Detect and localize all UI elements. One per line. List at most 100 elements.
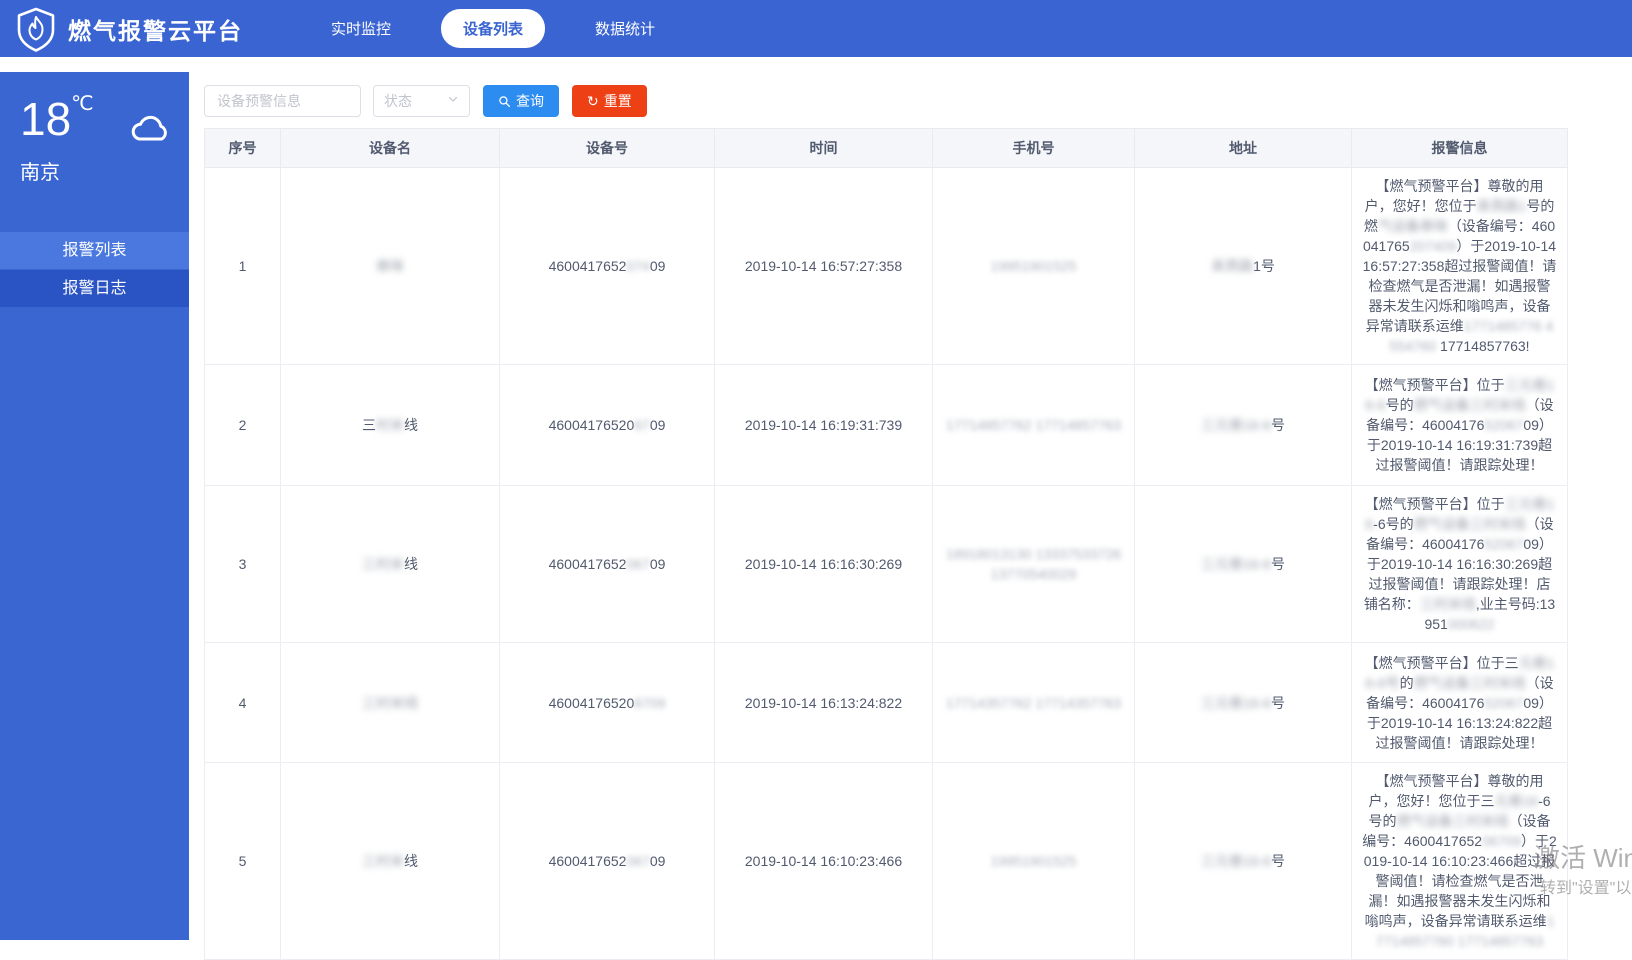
search-button[interactable]: 查询 <box>483 85 559 117</box>
redacted-text: 气设备串味 <box>1378 218 1448 234</box>
cell-text: 46004176520 <box>549 417 635 433</box>
table-row: 2三村米线4600417652067092019-10-14 16:19:31:… <box>205 365 1568 486</box>
cell-text: 4600417652 <box>549 853 627 869</box>
redacted-text: 来燕路1 <box>1477 198 1527 214</box>
cell-time: 2019-10-14 16:16:30:269 <box>715 486 933 643</box>
redacted-text: 三村米线 <box>362 695 418 711</box>
alarm-table: 序号设备名设备号时间手机号地址报警信息 1串味46004176520740920… <box>204 128 1568 960</box>
redacted-text: 串味 <box>376 258 404 274</box>
cell-text: 46004176520 <box>549 695 635 711</box>
cell-phone: 17714857762 17714857763 <box>933 365 1135 486</box>
column-header: 报警信息 <box>1352 129 1568 168</box>
nav-item-2[interactable]: 数据统计 <box>573 9 677 48</box>
cell-text: 1号 <box>1253 258 1275 274</box>
cell-text: 09 <box>650 258 666 274</box>
redacted-text: 17714357762 17714357763 <box>946 695 1121 711</box>
cell-address: 三元巷16-6号 <box>1135 486 1352 643</box>
temperature-unit: ℃ <box>71 94 93 114</box>
cell-seq: 1 <box>205 168 281 365</box>
redacted-text: 燃气设备三村米线 <box>1414 516 1526 532</box>
reset-button-label: 重置 <box>604 91 632 111</box>
cell-text: 09 <box>650 556 666 572</box>
nav-item-1[interactable]: 设备列表 <box>441 9 545 48</box>
search-button-label: 查询 <box>516 91 544 111</box>
app-title: 燃气报警云平台 <box>68 12 243 46</box>
cell-device-number: 460041765207409 <box>500 168 715 365</box>
cell-text: 号 <box>1271 556 1285 572</box>
magnifier-icon <box>498 95 511 108</box>
redacted-text: 燃气设备三村米线 <box>1414 675 1526 691</box>
cell-text: 4600417652 <box>549 258 627 274</box>
cell-address: 三元巷16-6号 <box>1135 643 1352 763</box>
top-navbar: 燃气报警云平台 实时监控设备列表数据统计 <box>0 0 1632 57</box>
table-row: 4三村米线4600417652067092019-10-14 16:13:24:… <box>205 643 1568 763</box>
cell-address: 来燕路1号 <box>1135 168 1352 365</box>
cell-text: 09 <box>650 417 666 433</box>
cell-device-name: 三村米线 <box>281 486 500 643</box>
cell-seq: 4 <box>205 643 281 763</box>
cell-time: 2019-10-14 16:10:23:466 <box>715 763 933 960</box>
cell-seq: 5 <box>205 763 281 960</box>
redacted-text: 元巷16 <box>1494 793 1538 809</box>
cell-phone: 19951901525 <box>933 763 1135 960</box>
cell-phone: 19951901525 <box>933 168 1135 365</box>
redacted-text: 三元巷16-6 <box>1201 556 1271 572</box>
column-header: 设备号 <box>500 129 715 168</box>
redacted-text: 067 <box>626 853 649 869</box>
cell-device-number: 460041765206709 <box>500 486 715 643</box>
sidebar: 18 ℃ 南京 报警列表报警日志 <box>0 72 189 940</box>
cell-text: 线 <box>404 853 418 869</box>
table-header-row: 序号设备名设备号时间手机号地址报警信息 <box>205 129 1568 168</box>
cell-text: 【燃气预警平台】位于 <box>1365 496 1505 512</box>
chevron-down-icon <box>447 92 459 110</box>
redacted-text: 18918013130 13337533726 13770540029 <box>946 546 1121 582</box>
cell-text: 【燃气预警平台】位于三 <box>1365 655 1519 671</box>
redacted-text: 燃气设备三村米线 <box>1397 813 1509 829</box>
cell-text: 号 <box>1271 695 1285 711</box>
redacted-text: 52067 <box>1484 695 1523 711</box>
cell-device-number: 460041765206709 <box>500 365 715 486</box>
cell-alarm-message: 【燃气预警平台】尊敬的用户，您好！您位于来燕路1号的燃气设备串味（设备编号：46… <box>1352 168 1568 365</box>
temperature-value: 18 <box>20 96 71 142</box>
reset-button[interactable]: ↻ 重置 <box>572 85 647 117</box>
redacted-text: 来燕路 <box>1211 258 1253 274</box>
filter-bar: 状态 查询 ↻ 重置 <box>204 85 1632 117</box>
redacted-text: 52067 <box>1484 536 1523 552</box>
cell-alarm-message: 【燃气预警平台】位于三元巷16-6号的燃气设备三村米线（设备编号：4600417… <box>1352 365 1568 486</box>
redacted-text: 三元巷16-6 <box>1201 853 1271 869</box>
table-row: 3三村米线4600417652067092019-10-14 16:16:30:… <box>205 486 1568 643</box>
redacted-text: 067 <box>626 556 649 572</box>
alarm-keyword-input[interactable] <box>204 85 361 117</box>
cell-alarm-message: 【燃气预警平台】位于三元巷16-6号的燃气设备三村米线（设备编号：4600417… <box>1352 486 1568 643</box>
cell-device-number: 460041765206709 <box>500 763 715 960</box>
cell-text: 线 <box>404 417 418 433</box>
table-row: 1串味4600417652074092019-10-14 16:57:27:35… <box>205 168 1568 365</box>
cell-address: 三元巷16-6号 <box>1135 365 1352 486</box>
status-select-placeholder: 状态 <box>384 91 412 111</box>
weather-widget: 18 ℃ 南京 <box>0 72 189 208</box>
cell-text: 17714857763! <box>1436 338 1529 354</box>
cell-device-name: 三村米线 <box>281 763 500 960</box>
redacted-text: 三元巷16-6 <box>1201 417 1271 433</box>
redacted-text: 三元巷16-6 <box>1201 695 1271 711</box>
cell-text: 号的 <box>1386 397 1414 413</box>
column-header: 手机号 <box>933 129 1135 168</box>
sidebar-item-0[interactable]: 报警列表 <box>0 232 189 269</box>
main-content: 状态 查询 ↻ 重置 序号设备名设备号时间手机号地址报警信息 1串味460041 <box>189 72 1632 940</box>
redacted-text: 67 <box>634 417 650 433</box>
redacted-text: 19951901525 <box>991 258 1077 274</box>
cell-alarm-message: 【燃气预警平台】尊敬的用户，您好！您位于三元巷16-6号的燃气设备三村米线（设备… <box>1352 763 1568 960</box>
nav-item-0[interactable]: 实时监控 <box>309 9 413 48</box>
status-select[interactable]: 状态 <box>373 85 470 117</box>
cell-device-number: 460041765206709 <box>500 643 715 763</box>
cloud-icon <box>129 112 171 151</box>
cell-device-name: 串味 <box>281 168 500 365</box>
redacted-text: 19951901525 <box>991 853 1077 869</box>
cell-text: 4600417652 <box>549 556 627 572</box>
cell-text: 【燃气预警平台】位于 <box>1365 377 1505 393</box>
cell-text: 号 <box>1271 417 1285 433</box>
cell-address: 三元巷16-6号 <box>1135 763 1352 960</box>
sidebar-item-1[interactable]: 报警日志 <box>0 270 189 307</box>
cell-text: 三 <box>362 417 376 433</box>
column-header: 序号 <box>205 129 281 168</box>
